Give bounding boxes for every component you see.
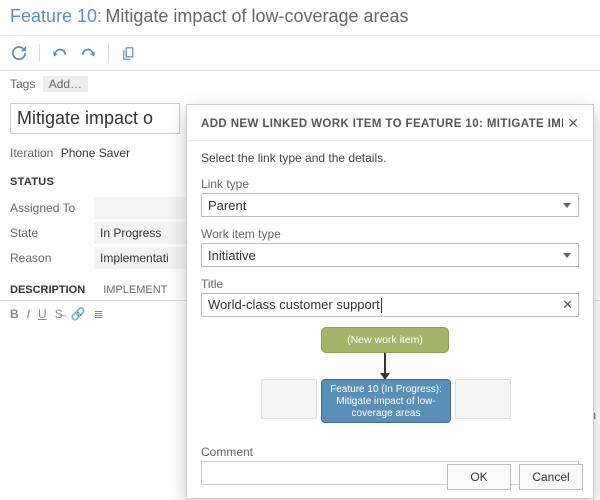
comment-label: Comment: [201, 445, 579, 459]
add-tag-button[interactable]: Add…: [43, 76, 88, 92]
strike-icon[interactable]: S̶: [55, 307, 63, 321]
tags-row: Tags Add…: [0, 71, 600, 97]
link-type-select[interactable]: Parent: [201, 193, 579, 217]
link-type-value: Parent: [208, 198, 246, 213]
assigned-to-label: Assigned To: [10, 201, 94, 215]
toolbar: [0, 36, 600, 71]
feature-number: Feature 10:: [10, 6, 102, 26]
work-item-type-label: Work item type: [201, 227, 579, 241]
dialog-title: ADD NEW LINKED WORK ITEM TO FEATURE 10: …: [201, 118, 563, 130]
toolbar-divider: [39, 44, 40, 62]
iteration-label: Iteration: [10, 146, 53, 160]
cancel-button[interactable]: Cancel: [519, 464, 583, 490]
tab-implementation[interactable]: IMPLEMENT: [103, 284, 167, 296]
state-label: State: [10, 226, 94, 240]
undo-icon[interactable]: [49, 42, 71, 64]
italic-button[interactable]: I: [27, 307, 30, 321]
new-item-badge: (New work item): [321, 327, 449, 353]
arrow-line: [384, 353, 386, 375]
iteration-value[interactable]: Phone Saver: [61, 146, 130, 160]
tags-label: Tags: [10, 77, 35, 91]
toolbar-divider: [108, 44, 109, 62]
ok-button[interactable]: OK: [447, 464, 511, 490]
dialog-instruction: Select the link type and the details.: [201, 151, 579, 165]
add-linked-work-item-dialog: ADD NEW LINKED WORK ITEM TO FEATURE 10: …: [186, 104, 594, 499]
refresh-icon[interactable]: [8, 42, 30, 64]
work-item-type-value: Initiative: [208, 248, 256, 263]
title-input[interactable]: Mitigate impact o: [10, 103, 180, 134]
page-header: Feature 10: Mitigate impact of low-cover…: [0, 0, 600, 36]
list-icon[interactable]: ≣: [94, 307, 104, 321]
title-input[interactable]: World-class customer support: [208, 297, 556, 313]
redo-icon[interactable]: [77, 42, 99, 64]
tab-description[interactable]: DESCRIPTION: [10, 284, 85, 296]
diagram-right-placeholder: [455, 379, 511, 419]
clear-icon[interactable]: ✕: [562, 297, 573, 313]
bold-button[interactable]: B: [10, 307, 19, 321]
diagram-target-card: Feature 10 (In Progress): Mitigate impac…: [321, 379, 451, 423]
link-icon[interactable]: 🔗: [71, 307, 86, 321]
underline-button[interactable]: U: [38, 307, 47, 321]
relationship-diagram: (New work item) Feature 10 (In Progress)…: [201, 327, 579, 439]
title-input-wrap: World-class customer support ✕: [201, 293, 579, 317]
close-icon[interactable]: ✕: [563, 115, 583, 132]
diagram-left-placeholder: [261, 379, 317, 419]
link-type-label: Link type: [201, 177, 579, 191]
feature-title: Mitigate impact of low-coverage areas: [105, 6, 408, 26]
title-label: Title: [201, 277, 579, 291]
copy-icon[interactable]: [118, 42, 140, 64]
work-item-type-select[interactable]: Initiative: [201, 243, 579, 267]
reason-label: Reason: [10, 251, 94, 265]
